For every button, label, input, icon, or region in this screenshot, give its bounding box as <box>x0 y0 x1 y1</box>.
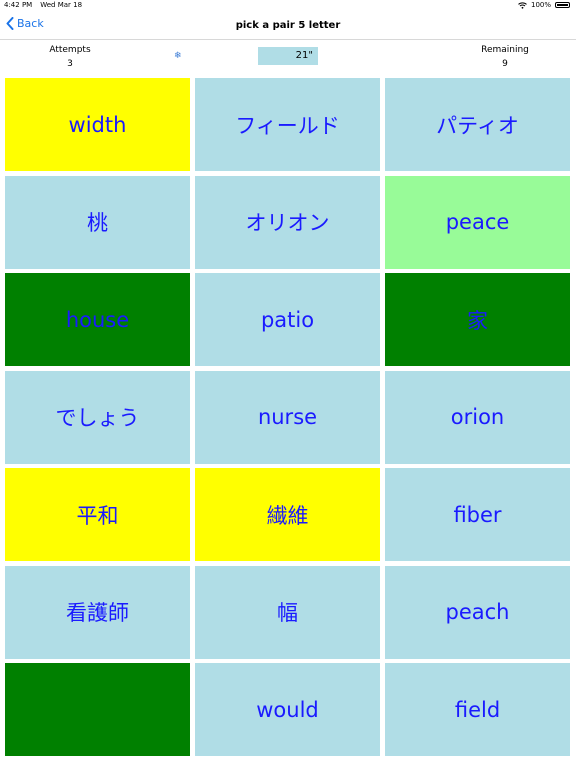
word-tile[interactable]: nurse <box>195 370 380 464</box>
status-right: 100% <box>518 1 570 9</box>
stats-bar: Attempts 3 ❄ 21" Remaining 9 <box>0 40 576 74</box>
attempts-label: Attempts <box>49 45 91 55</box>
word-tile[interactable]: width <box>5 78 190 171</box>
word-tile[interactable]: 繊維 <box>195 468 380 561</box>
page-title: pick a pair 5 letter <box>235 20 341 31</box>
battery-icon <box>555 2 570 8</box>
timer-display: 21" <box>258 47 318 65</box>
word-tile[interactable]: でしょう <box>5 370 190 464</box>
word-tile[interactable]: house <box>5 273 190 366</box>
word-tile[interactable]: peace <box>385 175 570 269</box>
status-date: Wed Mar 18 <box>40 1 83 9</box>
status-bar: 4:42 PM Wed Mar 18 100% <box>0 0 576 12</box>
word-tile[interactable]: fiber <box>385 468 570 561</box>
word-tile[interactable]: オリオン <box>195 175 380 269</box>
word-tile[interactable]: field <box>385 663 570 756</box>
remaining-value: 9 <box>502 59 508 69</box>
battery-percent: 100% <box>530 1 551 9</box>
remaining-label: Remaining <box>481 45 529 55</box>
remaining-stat: Remaining 9 <box>455 43 555 71</box>
word-tile[interactable]: 幅 <box>195 565 380 659</box>
word-tile[interactable]: 看護師 <box>5 565 190 659</box>
attempts-stat: Attempts 3 <box>20 43 120 71</box>
word-tile[interactable]: パティオ <box>385 78 570 171</box>
word-tile[interactable] <box>5 663 190 756</box>
word-tile[interactable]: 平和 <box>5 468 190 561</box>
status-left: 4:42 PM Wed Mar 18 <box>4 1 82 9</box>
word-tile[interactable]: peach <box>385 565 570 659</box>
word-tile[interactable]: 桃 <box>5 175 190 269</box>
wifi-icon <box>518 1 527 9</box>
status-time: 4:42 PM <box>4 1 33 9</box>
word-tile[interactable]: orion <box>385 370 570 464</box>
word-tile[interactable]: 家 <box>385 273 570 366</box>
snowflake-icon[interactable]: ❄ <box>174 51 182 61</box>
nav-bar: Back pick a pair 5 letter <box>0 12 576 40</box>
attempts-value: 3 <box>67 59 73 69</box>
tile-grid: width フィールド パティオ桃オリオン peace house patio 家でしょう n… <box>5 78 570 756</box>
word-tile[interactable]: patio <box>195 273 380 366</box>
word-tile[interactable]: would <box>195 663 380 756</box>
word-tile[interactable]: フィールド <box>195 78 380 171</box>
